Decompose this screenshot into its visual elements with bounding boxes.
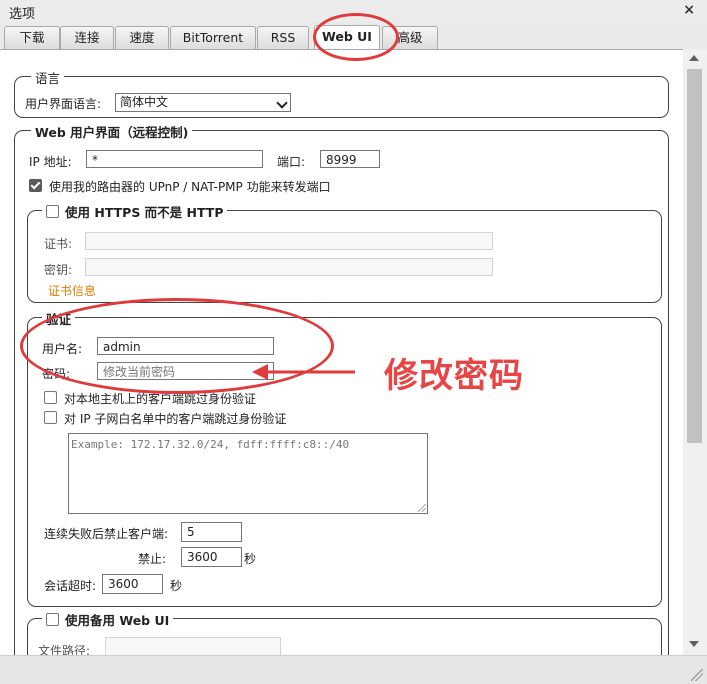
language-selected-value: 简体中文 <box>120 95 169 109</box>
chevron-down-icon <box>276 97 288 109</box>
tab-download[interactable]: 下载 <box>4 26 60 49</box>
cert-info-link[interactable]: 证书信息 <box>48 282 96 299</box>
annotation-text: 修改密码 <box>384 356 524 396</box>
options-content: 语言 用户界面语言: 简体中文 Web 用户界面（远程控制) IP 地址: * … <box>0 49 683 656</box>
language-select[interactable]: 简体中文 <box>115 93 291 112</box>
ban-duration-unit: 秒 <box>244 552 257 566</box>
https-checkbox[interactable] <box>46 205 59 218</box>
session-timeout-label: 会话超时: <box>44 579 97 593</box>
language-label: 用户界面语言: <box>25 97 102 111</box>
ban-duration-input[interactable]: 3600 <box>181 547 242 567</box>
vertical-scrollbar[interactable] <box>683 49 707 655</box>
username-input[interactable]: admin <box>97 337 274 355</box>
cert-input[interactable] <box>85 232 493 250</box>
tab-advanced[interactable]: 高级 <box>382 26 438 49</box>
close-icon[interactable]: × <box>683 2 695 18</box>
session-timeout-unit: 秒 <box>170 579 183 593</box>
resize-grip-icon[interactable] <box>691 669 703 681</box>
bypass-whitelist-label: 对 IP 子网白名单中的客户端跳过身份验证 <box>64 412 287 426</box>
upnp-label: 使用我的路由器的 UPnP / NAT-PMP 功能来转发端口 <box>49 180 331 194</box>
webui-fieldset: Web 用户界面（远程控制) IP 地址: * 端口: 8999 使用我的路由器… <box>14 122 669 656</box>
alt-webui-legend: 使用备用 Web UI <box>42 610 174 629</box>
alt-webui-legend-label: 使用备用 Web UI <box>65 613 170 628</box>
ip-address-input[interactable]: * <box>86 150 263 168</box>
tab-speed[interactable]: 速度 <box>115 26 169 49</box>
username-label: 用户名: <box>42 342 83 356</box>
alt-webui-fieldset: 使用备用 Web UI 文件路径: <box>27 610 662 656</box>
session-timeout-input[interactable]: 3600 <box>102 574 163 594</box>
auth-legend: 验证 <box>42 309 76 328</box>
tab-bar: 下载 连接 速度 BitTorrent RSS Web UI 高级 <box>0 22 707 50</box>
resize-grip-icon[interactable] <box>418 504 426 512</box>
language-legend: 语言 <box>31 68 65 87</box>
alt-webui-checkbox[interactable] <box>46 613 59 626</box>
tab-connection[interactable]: 连接 <box>60 26 114 49</box>
key-label: 密钥: <box>44 263 73 277</box>
whitelist-placeholder: Example: 172.17.32.0/24, fdff:ffff:c8::/… <box>71 438 350 451</box>
dialog-footer <box>0 655 707 684</box>
ip-label: IP 地址: <box>29 155 72 169</box>
tab-webui[interactable]: Web UI <box>314 25 380 50</box>
cert-label: 证书: <box>44 237 73 251</box>
tab-bittorrent[interactable]: BitTorrent <box>170 26 256 49</box>
https-legend-label: 使用 HTTPS 而不是 HTTP <box>65 205 224 220</box>
password-input[interactable]: 修改当前密码 <box>97 362 274 380</box>
ban-after-input[interactable]: 5 <box>181 522 242 542</box>
https-fieldset: 使用 HTTPS 而不是 HTTP 证书: 密钥: 证书信息 <box>27 202 662 303</box>
dialog-title: 选项 <box>9 7 36 22</box>
bypass-local-checkbox[interactable] <box>44 391 57 404</box>
scroll-down-icon[interactable] <box>689 641 699 647</box>
bypass-whitelist-checkbox[interactable] <box>44 411 57 424</box>
annotation-arrow-icon <box>252 364 355 380</box>
alt-webui-path-label: 文件路径: <box>38 644 91 656</box>
upnp-checkbox[interactable] <box>29 179 42 192</box>
bypass-local-label: 对本地主机上的客户端跳过身份验证 <box>64 392 257 406</box>
webui-legend: Web 用户界面（远程控制) <box>31 122 193 141</box>
dialog-titlebar: 选项 × <box>0 0 707 23</box>
ban-after-label: 连续失败后禁止客户端: <box>44 527 169 541</box>
port-label: 端口: <box>277 155 306 169</box>
alt-webui-path-input[interactable] <box>105 637 281 656</box>
password-placeholder: 修改当前密码 <box>103 365 176 379</box>
port-input[interactable]: 8999 <box>320 150 380 168</box>
scroll-up-icon[interactable] <box>689 55 699 61</box>
key-input[interactable] <box>85 258 493 276</box>
password-label: 密码: <box>42 367 71 381</box>
scrollbar-thumb[interactable] <box>687 69 702 443</box>
ban-duration-label: 禁止: <box>138 552 167 566</box>
language-fieldset: 语言 用户界面语言: 简体中文 <box>14 68 669 118</box>
ip-whitelist-textarea[interactable]: Example: 172.17.32.0/24, fdff:ffff:c8::/… <box>68 433 428 514</box>
https-legend: 使用 HTTPS 而不是 HTTP <box>42 202 228 221</box>
tab-rss[interactable]: RSS <box>257 26 309 49</box>
